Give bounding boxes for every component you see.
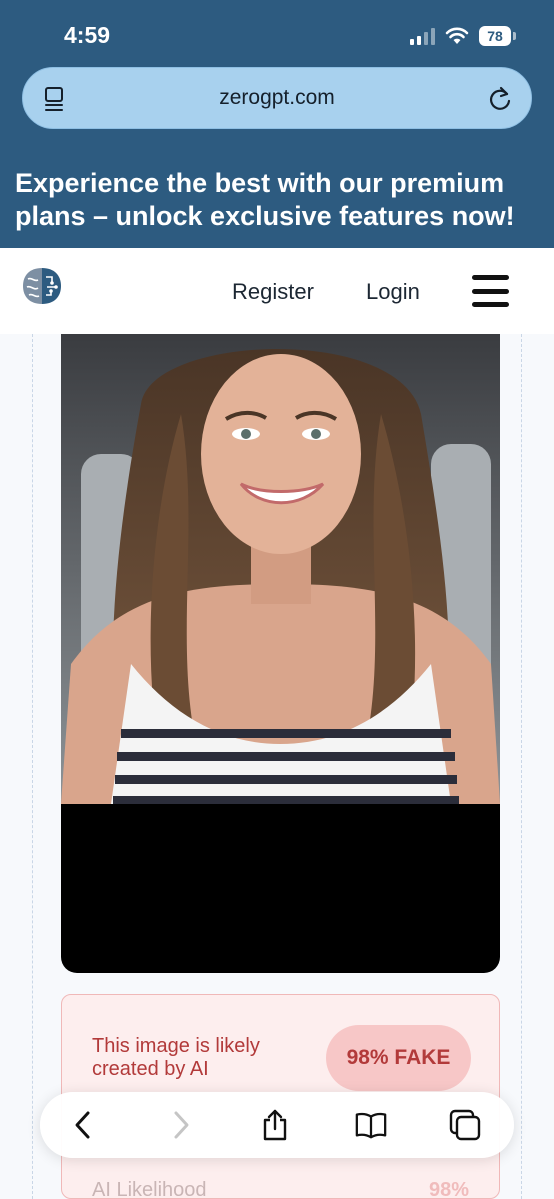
browser-toolbar xyxy=(40,1092,514,1158)
reload-icon[interactable] xyxy=(487,85,513,113)
battery-level: 78 xyxy=(479,26,511,46)
share-icon[interactable] xyxy=(258,1108,292,1142)
browser-chrome: 4:59 78 zerogpt.com xyxy=(0,0,554,150)
status-icons: 78 xyxy=(410,26,516,46)
promo-line-1: Experience the best with our premium xyxy=(15,168,505,198)
promo-line-2: plans – unlock exclusive features now! xyxy=(15,201,515,231)
cellular-signal-icon xyxy=(410,27,435,45)
login-link[interactable]: Login xyxy=(366,279,420,305)
uploaded-image-preview xyxy=(61,334,500,973)
address-bar[interactable]: zerogpt.com xyxy=(22,67,532,129)
tab-overview-icon[interactable] xyxy=(43,86,67,112)
ai-likelihood-label: AI Likelihood xyxy=(92,1179,207,1199)
tabs-icon[interactable] xyxy=(448,1108,482,1142)
result-message: This image is likely created by AI xyxy=(92,1035,312,1081)
fake-percentage-badge: 98% FAKE xyxy=(326,1025,471,1091)
bookmarks-icon[interactable] xyxy=(354,1108,388,1142)
url-text[interactable]: zerogpt.com xyxy=(219,86,335,110)
result-message-line-2: created by AI xyxy=(92,1058,209,1080)
status-time: 4:59 xyxy=(64,22,111,48)
portrait-photo xyxy=(61,334,500,804)
dashed-guide-right xyxy=(521,334,522,1199)
main-content: This image is likely created by AI 98% F… xyxy=(0,334,554,1199)
ai-likelihood-value: 98% xyxy=(428,1179,469,1199)
wifi-icon xyxy=(445,27,469,44)
brain-logo-icon[interactable] xyxy=(20,265,64,307)
result-message-line-1: This image is likely xyxy=(92,1035,260,1057)
back-icon[interactable] xyxy=(66,1108,100,1142)
hamburger-menu-icon[interactable] xyxy=(472,275,509,307)
register-link[interactable]: Register xyxy=(232,279,314,305)
site-header: Register Login xyxy=(0,248,554,334)
battery-icon: 78 xyxy=(479,26,516,46)
dashed-guide-left xyxy=(32,334,33,1199)
promo-banner[interactable]: Experience the best with our premium pla… xyxy=(0,150,554,248)
forward-icon[interactable] xyxy=(164,1108,198,1142)
